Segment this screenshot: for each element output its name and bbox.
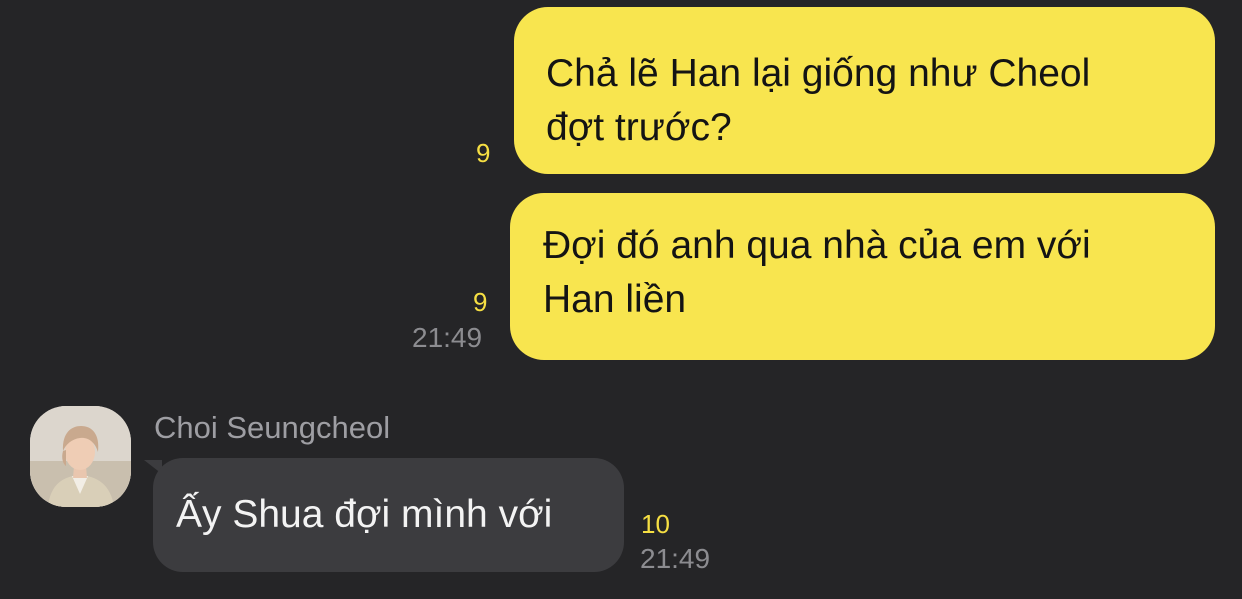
sender-name: Choi Seungcheol xyxy=(154,410,391,445)
message-text: Chả lẽ Han lại giống như Cheol đợt trước… xyxy=(546,52,1091,149)
message-timestamp: 21:49 xyxy=(640,543,711,574)
unread-count: 9 xyxy=(473,287,488,317)
unread-count: 10 xyxy=(641,509,670,539)
message-text: Ấy Shua đợi mình với xyxy=(176,493,553,536)
message-text: Đợi đó anh qua nhà của em với Han liền xyxy=(543,224,1091,321)
outgoing-message-bubble[interactable]: Chả lẽ Han lại giống như Cheol đợt trước… xyxy=(514,7,1215,174)
message-timestamp: 21:49 xyxy=(412,322,483,353)
outgoing-message-bubble[interactable]: Đợi đó anh qua nhà của em với Han liền xyxy=(510,193,1215,360)
profile-photo-icon xyxy=(30,406,131,507)
incoming-message-bubble[interactable]: Ấy Shua đợi mình với xyxy=(153,458,624,572)
unread-count: 9 xyxy=(476,138,491,168)
avatar[interactable] xyxy=(30,406,131,507)
